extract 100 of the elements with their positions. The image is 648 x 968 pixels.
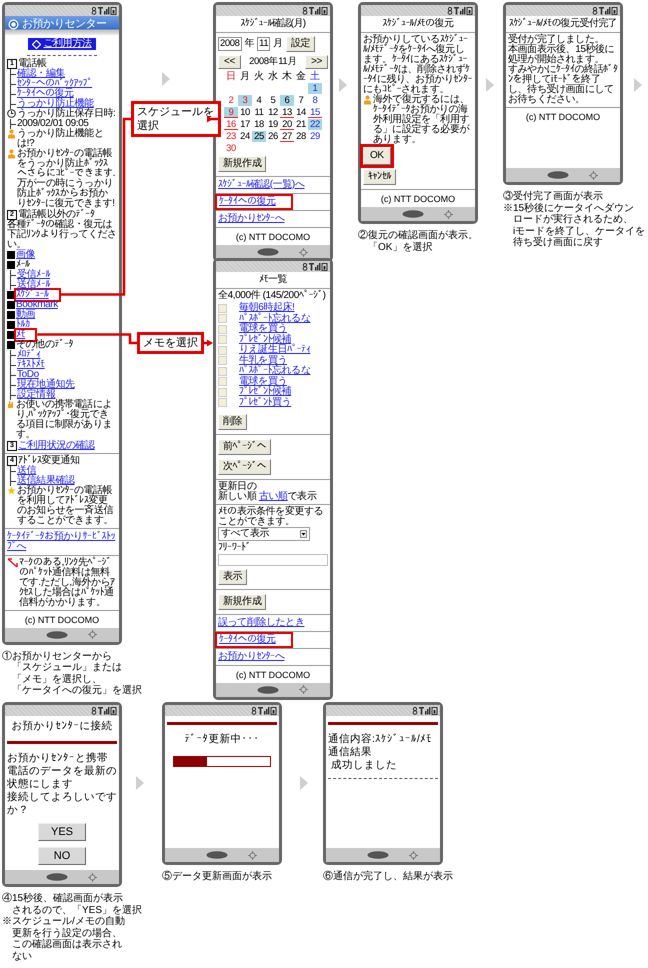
calendar-day[interactable]: 27 <box>280 131 294 142</box>
calendar-day[interactable]: 16 <box>224 119 238 130</box>
menu-link[interactable]: 動画 <box>16 310 36 320</box>
memo-link[interactable]: ﾌﾟﾚｾﾞﾝﾄ候補 <box>239 334 292 344</box>
dropdown[interactable]: すべて表示 <box>218 526 310 540</box>
calendar-day[interactable]: 4 <box>252 95 266 106</box>
button[interactable]: 次ﾍﾟｰｼﾞへ <box>218 458 272 474</box>
checkbox[interactable] <box>218 356 227 365</box>
calendar-day[interactable]: 23 <box>224 131 238 142</box>
menu-link[interactable]: ｾﾝﾀｰへのﾊﾞｯｸｱｯﾌﾟ <box>17 78 92 88</box>
calendar-day[interactable]: 25 <box>252 131 266 142</box>
calendar-day[interactable]: 29 <box>308 131 322 142</box>
calendar-day[interactable]: 20 <box>280 119 294 130</box>
dpad-icon <box>248 850 256 860</box>
menu-link[interactable]: ﾃｷｽﾄﾒﾓ <box>17 358 45 370</box>
calendar-day[interactable]: 22 <box>308 119 322 130</box>
menu-link[interactable]: ｹｰﾀｲへの復元 <box>218 197 290 207</box>
memo-link[interactable]: ﾊﾟｽﾎﾟｰﾄ忘れるな <box>239 366 310 376</box>
menu-link[interactable]: 画像 <box>16 250 36 260</box>
weekday-label: 金 <box>295 71 307 82</box>
checkbox[interactable] <box>218 346 227 354</box>
button[interactable]: 新規作成 <box>218 594 266 610</box>
calendar-day[interactable]: 5 <box>266 95 280 106</box>
year-field[interactable]: 2008 <box>218 37 242 51</box>
menu-link[interactable]: ｹｰﾀｲへの復元 <box>218 634 290 644</box>
calendar-day[interactable]: 6 <box>280 95 294 106</box>
menu-link[interactable]: お預かりｾﾝﾀｰへ <box>218 214 284 224</box>
calendar-day[interactable]: 12 <box>266 107 280 118</box>
menu-link[interactable]: ｹｰﾀｲﾃﾞｰﾀお預かりｻｰﾋﾞｽﾄｯﾌﾟへ <box>7 532 117 552</box>
button[interactable]: 新規作成 <box>218 156 266 172</box>
memo-link[interactable]: 電球を買う <box>239 376 288 386</box>
prev-month-button[interactable]: << <box>218 55 241 69</box>
help-link[interactable]: ご利用方法 <box>28 38 96 50</box>
button[interactable]: 削除 <box>218 414 248 430</box>
button[interactable]: YES <box>38 823 86 841</box>
calendar-day[interactable]: 24 <box>238 131 252 142</box>
month-field[interactable]: 11 <box>257 37 270 51</box>
menu-link[interactable]: ﾒﾓ <box>16 330 36 340</box>
memo-link[interactable]: ﾌﾟﾚｾﾞﾝﾄ買う <box>239 398 292 408</box>
calendar-day[interactable]: 11 <box>252 107 266 118</box>
calendar-day[interactable]: 17 <box>238 119 252 130</box>
crossed-mark-icon <box>7 558 18 568</box>
section-link[interactable]: ご利用状況の確認 <box>18 440 95 450</box>
menu-link[interactable]: 誤って削除したとき <box>218 618 304 628</box>
calendar-day[interactable]: 1 <box>308 83 322 94</box>
menu-link[interactable]: Bookmark <box>16 300 58 310</box>
checkbox[interactable] <box>218 335 227 344</box>
checkbox[interactable] <box>218 314 227 323</box>
set-button[interactable]: 設定 <box>286 36 316 52</box>
checkbox[interactable] <box>218 324 227 334</box>
sort-link[interactable]: 古い順 <box>258 490 288 502</box>
checkbox[interactable] <box>218 366 227 376</box>
checkbox[interactable] <box>218 398 227 407</box>
menu-link[interactable]: ﾒﾛﾃﾞｨ <box>17 348 40 360</box>
menu-link[interactable]: ToDo <box>17 368 39 380</box>
menu-link[interactable]: ｽｹｼﾞｭｰﾙ確認(一覧)へ <box>218 180 304 190</box>
menu-link[interactable]: お預かりｾﾝﾀｰへ <box>218 652 284 662</box>
menu-link[interactable]: 送信ﾒｰﾙ <box>17 278 50 290</box>
menu-link[interactable]: ﾄﾙｶ <box>16 320 30 330</box>
month-label: 月 <box>273 39 283 49</box>
memo-link[interactable]: 電球を買う <box>239 324 288 334</box>
menu-link[interactable]: 現在地通知先 <box>17 378 75 390</box>
memo-link[interactable]: 毎朝6時起床! <box>239 303 295 313</box>
calendar-day[interactable]: 14 <box>294 107 308 118</box>
menu-link[interactable]: うっかり防止機能 <box>17 98 94 108</box>
calendar-day[interactable]: 8 <box>308 95 322 106</box>
calendar-day[interactable]: 21 <box>294 119 308 130</box>
button[interactable]: OK <box>363 147 391 165</box>
menu-link[interactable]: 送信結果確認 <box>17 474 75 486</box>
calendar-day[interactable]: 18 <box>252 119 266 130</box>
body-text: 受付が完了しました。 <box>508 35 606 45</box>
calendar-day[interactable]: 26 <box>266 131 280 142</box>
calendar-day[interactable]: 30 <box>224 143 238 154</box>
calendar-day[interactable]: 2 <box>224 95 238 106</box>
button[interactable]: ｷｬﾝｾﾙ <box>363 169 396 185</box>
sort-label: 更新日の <box>218 482 256 492</box>
calendar-day[interactable]: 7 <box>294 95 308 106</box>
calendar-day[interactable]: 15 <box>308 107 322 118</box>
input-field[interactable] <box>218 554 328 566</box>
calendar-day[interactable]: 13 <box>280 107 294 118</box>
menu-link[interactable]: 受信ﾒｰﾙ <box>17 268 50 280</box>
next-month-button[interactable]: >> <box>305 55 328 69</box>
center-key-icon <box>256 248 278 256</box>
center-key-icon <box>206 851 228 859</box>
menu-link[interactable]: 設定情報 <box>17 388 56 400</box>
menu-link[interactable]: 送信 <box>17 464 36 476</box>
calendar-day[interactable]: 10 <box>238 107 252 118</box>
memo-link[interactable]: ﾊﾟｽﾎﾟｰﾄ忘れるな <box>239 314 310 324</box>
memo-link[interactable]: りえ誕生日ﾊﾟｰﾃｨ <box>239 345 310 355</box>
checkbox[interactable] <box>218 388 227 396</box>
button[interactable]: NO <box>38 847 86 865</box>
checkbox[interactable] <box>218 304 227 312</box>
button[interactable]: 前ﾍﾟｰｼﾞへ <box>218 438 272 454</box>
calendar-day[interactable]: 28 <box>294 131 308 142</box>
menu-link[interactable]: 確認・編集 <box>17 68 66 78</box>
memo-link[interactable]: 牛乳を買う <box>239 356 288 366</box>
button[interactable]: 表示 <box>218 568 248 584</box>
checkbox[interactable] <box>218 377 227 386</box>
menu-link[interactable]: ｹｰﾀｲへの復元 <box>17 88 74 98</box>
calendar-day[interactable]: 19 <box>266 119 280 130</box>
